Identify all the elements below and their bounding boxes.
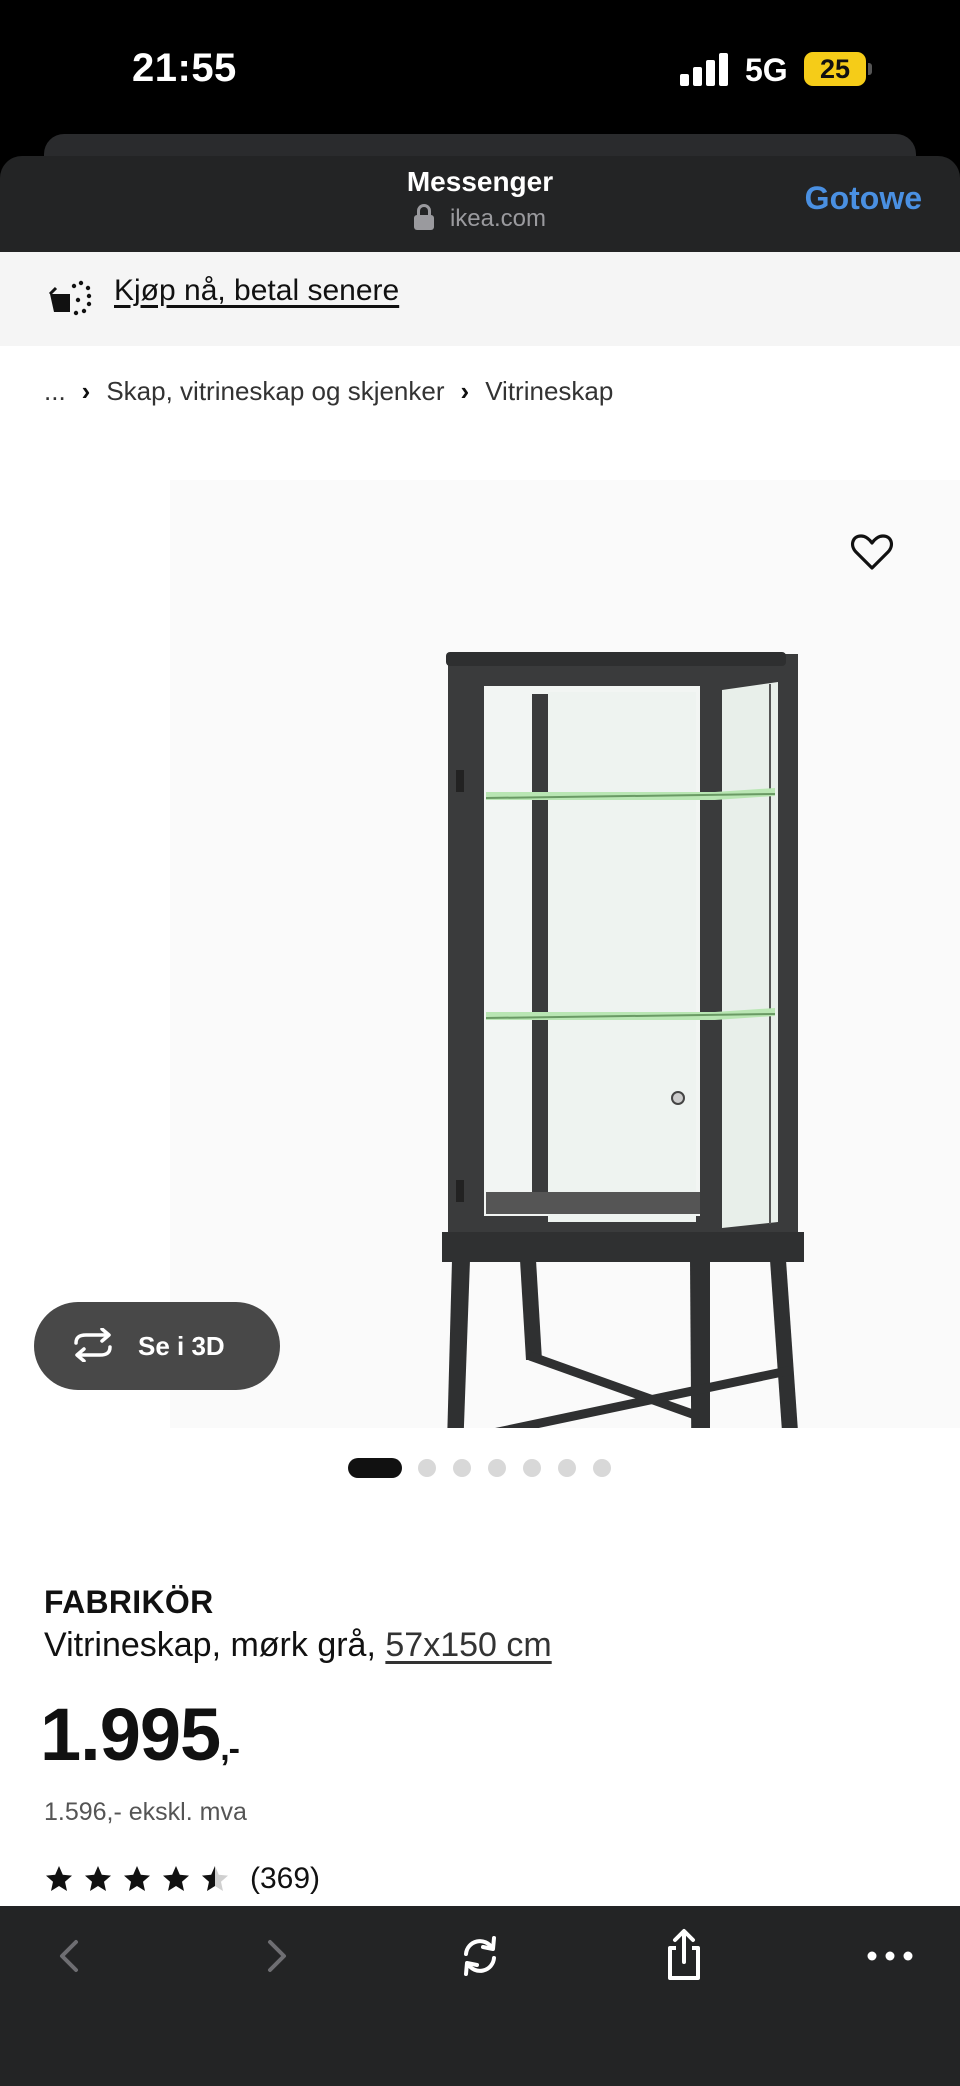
done-button[interactable]: Gotowe: [805, 180, 922, 217]
product-price: 1.995,-: [40, 1692, 240, 1777]
chevron-left-icon: [60, 1940, 78, 1972]
battery-icon: 25: [804, 52, 866, 86]
cabinet-illustration: [442, 652, 804, 1540]
price-suffix: ,-: [220, 1730, 240, 1768]
url-text: ikea.com: [449, 205, 547, 232]
browser-toolbar: [0, 1906, 960, 2086]
browser-sheet-header: Messenger ikea.com Gotowe: [0, 156, 960, 252]
promo-banner[interactable]: Kjøp nå, betal senere: [0, 252, 960, 346]
price-value: 1.995: [40, 1693, 221, 1776]
more-icon: [867, 1951, 913, 1961]
reload-button[interactable]: [448, 1926, 512, 1986]
breadcrumb-ellipsis[interactable]: ...: [44, 376, 66, 407]
view-3d-label: Se i 3D: [138, 1331, 225, 1361]
product-type: Vitrineskap, mørk grå,: [44, 1626, 386, 1664]
signal-icon: [680, 52, 732, 86]
reload-icon: [464, 1936, 496, 1976]
web-page: Kjøp nå, betal senere ... › Skap, vitrines…: [0, 252, 960, 1906]
gallery-dot[interactable]: [488, 1459, 506, 1477]
product-image[interactable]: [170, 480, 960, 1540]
network-label: 5G: [745, 52, 788, 88]
gallery-dot[interactable]: [453, 1459, 471, 1477]
view-3d-button[interactable]: Se i 3D: [34, 1302, 280, 1390]
gallery-dot[interactable]: [418, 1459, 436, 1477]
product-description: Vitrineskap, mørk grå, 57x150 cm: [44, 1626, 552, 1665]
price-ex-vat: 1.596,- ekskl. mva: [44, 1798, 247, 1826]
rotate-3d-icon: [74, 1328, 112, 1362]
share-button[interactable]: [652, 1926, 716, 1986]
pay-later-icon: [48, 280, 92, 316]
battery-nub: [868, 63, 872, 75]
status-time: 21:55: [132, 46, 237, 90]
chevron-right-icon: ›: [81, 376, 91, 406]
gallery-dot[interactable]: [593, 1459, 611, 1477]
star-rating-icon: [46, 1866, 228, 1891]
gallery-dot[interactable]: [558, 1459, 576, 1477]
breadcrumb-category[interactable]: Skap, vitrineskap og skjenker: [106, 376, 444, 407]
share-icon: [668, 1929, 700, 1980]
breadcrumb-current[interactable]: Vitrineskap: [485, 376, 613, 407]
forward-button[interactable]: [244, 1926, 308, 1986]
gallery-dot[interactable]: [523, 1459, 541, 1477]
promo-link[interactable]: Kjøp nå, betal senere: [114, 274, 399, 308]
product-name: FABRIKÖR: [44, 1584, 214, 1620]
lock-icon: [413, 204, 434, 230]
heart-icon[interactable]: [848, 528, 896, 576]
chevron-right-icon: [268, 1940, 286, 1972]
gallery-dot[interactable]: [348, 1458, 402, 1478]
chevron-right-icon: ›: [460, 376, 470, 406]
breadcrumb: ... › Skap, vitrineskap og skjenker › Vitrin…: [44, 376, 613, 407]
product-size-link[interactable]: 57x150 cm: [385, 1626, 551, 1664]
back-button[interactable]: [38, 1926, 102, 1986]
rating-count[interactable]: (369): [250, 1862, 320, 1896]
more-button[interactable]: [858, 1926, 922, 1986]
status-bar: 21:55 5G 25: [0, 0, 960, 140]
